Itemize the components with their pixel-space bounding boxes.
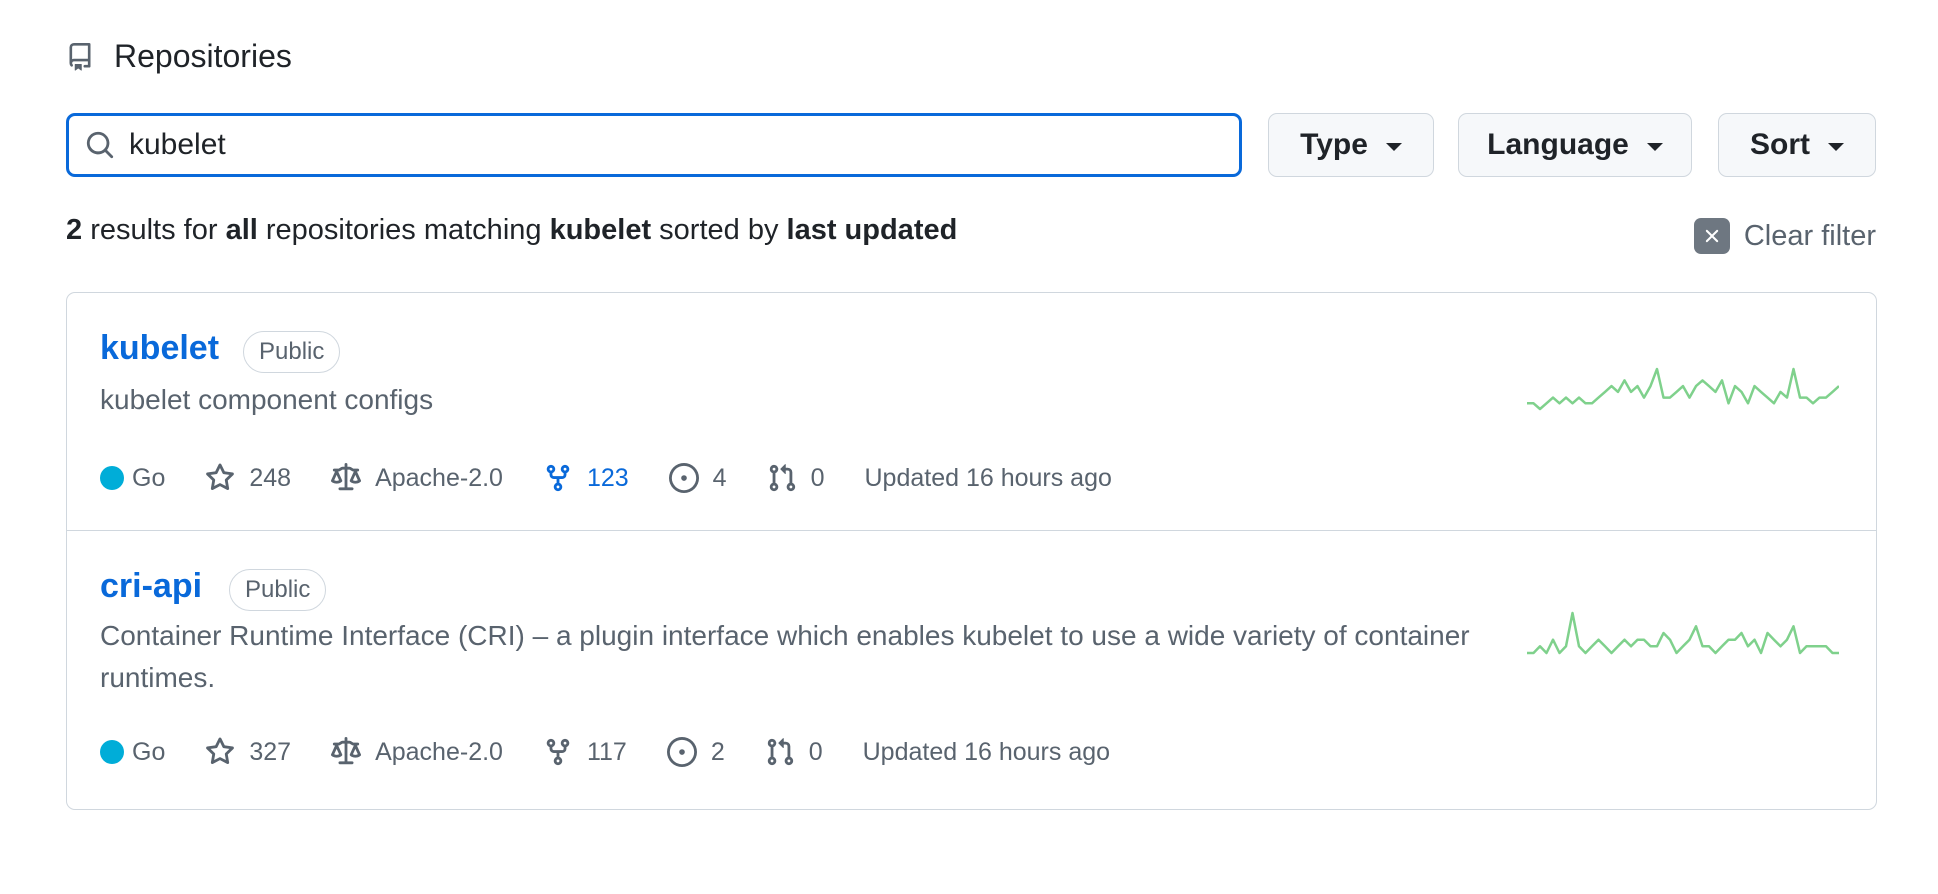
star-icon — [206, 737, 235, 765]
pull-request-icon — [769, 464, 795, 492]
fork-icon — [546, 464, 570, 492]
updated-time: Updated 16 hours ago — [864, 463, 1112, 492]
issue-count: 2 — [710, 737, 725, 766]
issue-icon — [668, 463, 699, 493]
stars: 248 — [205, 463, 291, 493]
visibility-badge: Public — [229, 569, 327, 611]
star-count: 248 — [249, 463, 292, 492]
results-summary: 2 results for all repositories matching … — [66, 214, 957, 247]
results-scope: all — [225, 214, 258, 246]
type-filter-button[interactable]: Type — [1268, 113, 1434, 177]
language: Go — [100, 738, 165, 767]
list-item: kubelet Public kubelet component configs… — [67, 293, 1876, 530]
language-label: Go — [132, 463, 166, 492]
repo-name-link[interactable]: kubelet — [100, 329, 219, 368]
language: Go — [100, 464, 165, 493]
pull-request-icon — [767, 738, 793, 766]
repo-icon — [69, 42, 91, 71]
repo-meta: Go 327 Apache-2.0 117 2 0 Updated 16 hou… — [100, 737, 1150, 767]
issue-count: 4 — [712, 463, 727, 492]
forks-link[interactable]: 123 — [543, 463, 629, 493]
summary-text: results for — [82, 214, 226, 246]
sparkline-path — [1527, 611, 1839, 655]
updated-time: Updated 16 hours ago — [862, 737, 1111, 766]
caret-down-icon — [1828, 143, 1844, 151]
repo-name-link[interactable]: cri-api — [100, 567, 202, 606]
repo-description: kubelet component configs — [100, 384, 434, 415]
type-filter-label: Type — [1300, 128, 1368, 161]
sort-button[interactable]: Sort — [1718, 113, 1876, 177]
caret-down-icon — [1646, 143, 1663, 151]
license: Apache-2.0 — [331, 463, 503, 493]
fork-count: 123 — [586, 463, 629, 492]
issues: 2 — [666, 737, 725, 767]
license-label: Apache-2.0 — [375, 737, 503, 766]
language-filter-button[interactable]: Language — [1458, 113, 1692, 177]
issue-icon — [666, 737, 697, 767]
law-icon — [331, 463, 362, 491]
fork-count: 117 — [586, 737, 627, 766]
page-title: Repositories — [114, 38, 292, 74]
license-label: Apache-2.0 — [375, 463, 503, 492]
activity-sparkline — [1527, 611, 1839, 655]
list-item: cri-api Public Container Runtime Interfa… — [67, 530, 1876, 809]
pull-requests: 0 — [767, 463, 825, 493]
activity-sparkline — [1527, 367, 1839, 411]
search-box[interactable] — [66, 113, 1242, 177]
repo-description: Container Runtime Interface (CRI) – a pl… — [100, 620, 1470, 693]
pull-request-count: 0 — [808, 737, 823, 766]
summary-text: repositories matching — [257, 214, 550, 246]
repo-meta: Go 248 Apache-2.0 123 4 0 Updated 16 hou… — [100, 463, 1152, 493]
license: Apache-2.0 — [331, 737, 503, 767]
repo-list: kubelet Public kubelet component configs… — [66, 292, 1877, 810]
star-count: 327 — [249, 737, 292, 766]
issues: 4 — [668, 463, 727, 493]
results-sort: last updated — [786, 214, 958, 246]
search-input[interactable] — [129, 128, 1209, 162]
language-filter-label: Language — [1487, 128, 1629, 161]
clear-filter-label: Clear filter — [1743, 219, 1876, 252]
language-color-dot — [100, 740, 124, 764]
repo-toolbar: Type Language Sort — [66, 113, 1876, 177]
sort-label: Sort — [1750, 128, 1810, 161]
results-query: kubelet — [549, 214, 652, 246]
forks-link[interactable]: 117 — [543, 737, 627, 767]
visibility-badge: Public — [243, 331, 341, 373]
language-label: Go — [132, 737, 166, 766]
sparkline-path — [1527, 367, 1839, 411]
caret-down-icon — [1385, 143, 1402, 151]
search-icon — [86, 131, 114, 159]
results-count: 2 — [66, 214, 83, 246]
summary-text: sorted by — [651, 214, 787, 246]
stars: 327 — [205, 737, 291, 767]
close-icon — [1693, 218, 1730, 254]
law-icon — [331, 737, 362, 765]
language-color-dot — [100, 466, 124, 490]
page-header: Repositories — [66, 38, 292, 75]
clear-filter-button[interactable]: Clear filter — [1693, 218, 1876, 254]
fork-icon — [546, 738, 570, 766]
pull-requests: 0 — [765, 737, 823, 767]
pull-request-count: 0 — [810, 463, 825, 492]
star-icon — [206, 463, 235, 491]
